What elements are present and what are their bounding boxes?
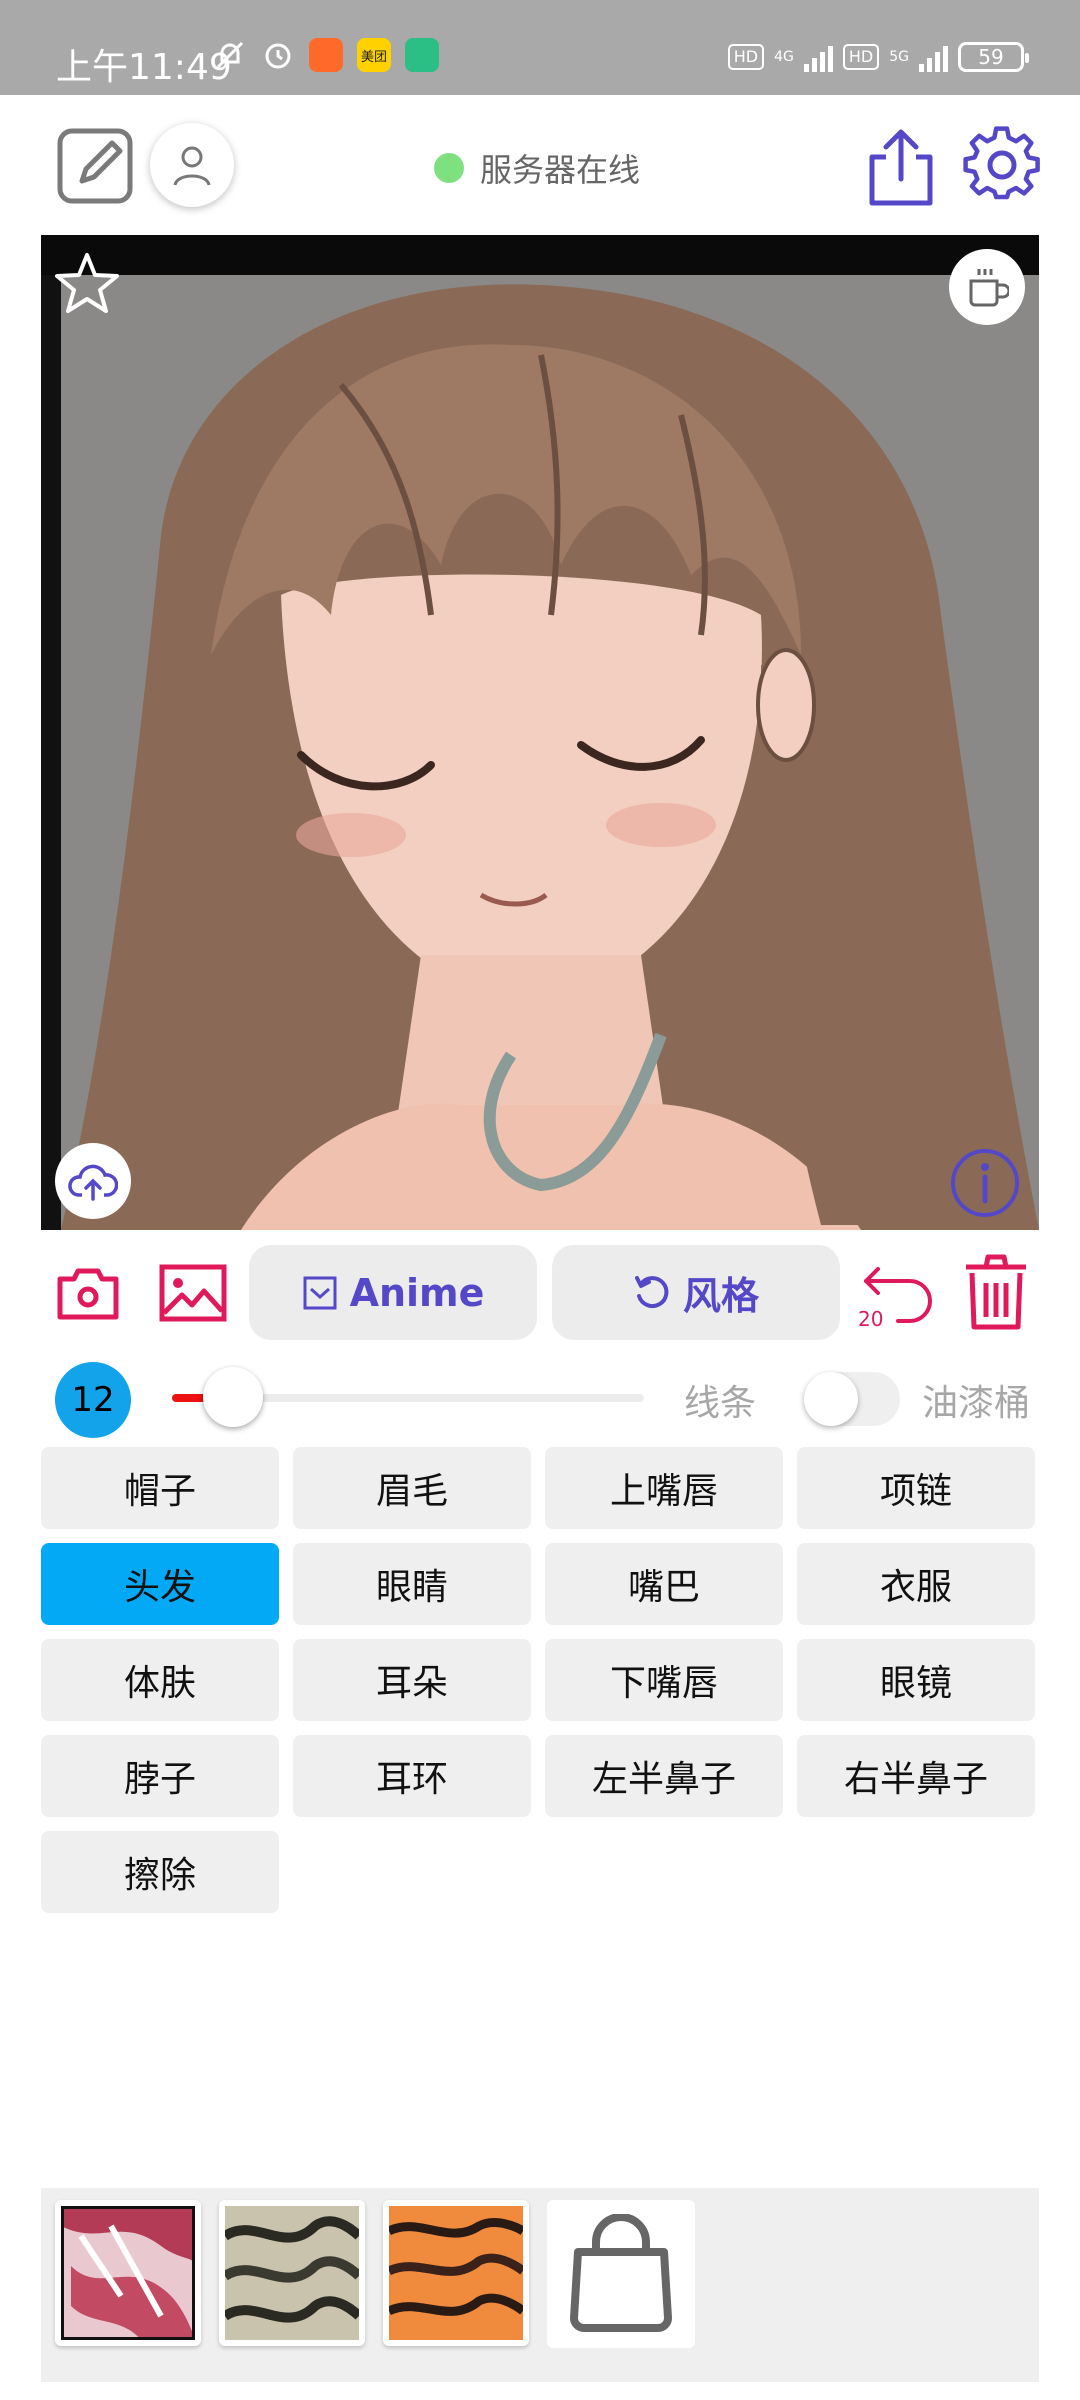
part-button[interactable]: 耳环 (293, 1735, 531, 1817)
checkbox-icon (303, 1276, 337, 1309)
status-right: HD 4G HD 5G 59 (727, 42, 1029, 72)
anime-button[interactable]: Anime (249, 1245, 537, 1340)
green-app-icon (405, 38, 439, 72)
brush-size-slider-thumb[interactable] (203, 1367, 263, 1427)
style-thumbnail-2[interactable] (219, 2200, 365, 2346)
server-status-label: 服务器在线 (480, 151, 641, 189)
status-bar: 上午11:49 美团 HD 4G HD 5G 59 (0, 0, 1080, 95)
status-icons: 美团 (213, 38, 439, 72)
part-button[interactable]: 上嘴唇 (545, 1447, 783, 1529)
image-icon (159, 1264, 227, 1322)
hd-tag: HD (727, 44, 765, 70)
paint-bucket-toggle-knob (804, 1372, 858, 1426)
brush-size-badge: 12 (55, 1362, 131, 1438)
signal-icon-2 (919, 42, 948, 72)
brush-size-slider[interactable] (172, 1367, 644, 1427)
alarm-icon (261, 38, 295, 72)
coffee-button[interactable] (949, 249, 1025, 325)
trash-icon (966, 1254, 1026, 1330)
part-button[interactable]: 嘴巴 (545, 1543, 783, 1625)
part-button[interactable]: 左半鼻子 (545, 1735, 783, 1817)
part-button[interactable]: 帽子 (41, 1447, 279, 1529)
generated-anime-image (41, 235, 1039, 1230)
shop-app-icon (309, 38, 343, 72)
part-button[interactable]: 体肤 (41, 1639, 279, 1721)
online-dot (434, 153, 464, 183)
part-button[interactable]: 耳朵 (293, 1639, 531, 1721)
drawing-canvas[interactable] (41, 235, 1039, 1230)
paint-bucket-label: 油漆桶 (922, 1383, 1031, 1424)
mute-icon (213, 38, 247, 72)
style-thumbnail-1[interactable] (55, 2200, 201, 2346)
edit-button[interactable] (56, 125, 136, 205)
star-icon (55, 253, 119, 313)
gear-icon (963, 126, 1040, 200)
part-button[interactable]: 眉毛 (293, 1447, 531, 1529)
server-status: 服务器在线 (434, 145, 640, 191)
coffee-icon (969, 269, 1009, 307)
tool-row: Anime 风格 20 (0, 1245, 1080, 1345)
part-button[interactable]: 项链 (797, 1447, 1035, 1529)
part-button[interactable]: 右半鼻子 (797, 1735, 1035, 1817)
network-5g: 5G (889, 49, 909, 65)
shop-button[interactable] (547, 2200, 695, 2348)
network-4g: 4G (774, 49, 794, 65)
part-button[interactable]: 衣服 (797, 1543, 1035, 1625)
camera-icon (57, 1268, 119, 1320)
favorite-button[interactable] (55, 251, 119, 315)
style-tray (41, 2188, 1039, 2382)
user-icon (173, 146, 211, 186)
camera-button[interactable] (56, 1263, 120, 1323)
part-button[interactable]: 头发 (41, 1543, 279, 1625)
signal-icon (803, 42, 833, 72)
info-button[interactable] (947, 1145, 1023, 1221)
meituan-app-icon: 美团 (357, 38, 391, 72)
shopping-bag-icon (570, 2214, 672, 2332)
part-label-grid: 帽子 眉毛 上嘴唇 项链头发 眼睛 嘴巴 衣服体肤 耳朵 下嘴唇 眼镜脖子 耳环 左半鼻子 右半鼻子擦除 (41, 1447, 1039, 1913)
part-button[interactable]: 眼镜 (797, 1639, 1035, 1721)
settings-button[interactable] (962, 125, 1042, 205)
info-icon (951, 1149, 1019, 1217)
battery-indicator: 59 (958, 42, 1029, 72)
refresh-icon (634, 1275, 669, 1308)
part-button[interactable]: 擦除 (41, 1831, 279, 1913)
status-time: 上午11:49 (56, 47, 232, 88)
share-button[interactable] (866, 127, 936, 207)
cloud-upload-icon (68, 1164, 118, 1201)
undo-button[interactable]: 20 (858, 1255, 936, 1335)
part-button[interactable]: 脖子 (41, 1735, 279, 1817)
line-mode-label: 线条 (684, 1383, 757, 1424)
style-thumbnail-3[interactable] (383, 2200, 529, 2346)
account-button[interactable] (150, 123, 234, 207)
anime-label: Anime (349, 1270, 485, 1315)
share-icon (869, 129, 933, 206)
part-button[interactable]: 下嘴唇 (545, 1639, 783, 1721)
upload-button[interactable] (55, 1143, 131, 1219)
brush-settings-row: 12 线条 油漆桶 (0, 1350, 1080, 1440)
style-button[interactable]: 风格 (552, 1245, 840, 1340)
undo-count: 20 (858, 1307, 884, 1331)
style-label: 风格 (682, 1274, 759, 1318)
hd-tag-2: HD (842, 44, 880, 70)
delete-button[interactable] (960, 1253, 1032, 1333)
part-button[interactable]: 眼睛 (293, 1543, 531, 1625)
gallery-button[interactable] (158, 1263, 228, 1323)
paint-bucket-toggle[interactable] (804, 1372, 900, 1426)
top-bar: 服务器在线 (0, 95, 1080, 235)
edit-icon (57, 128, 133, 204)
